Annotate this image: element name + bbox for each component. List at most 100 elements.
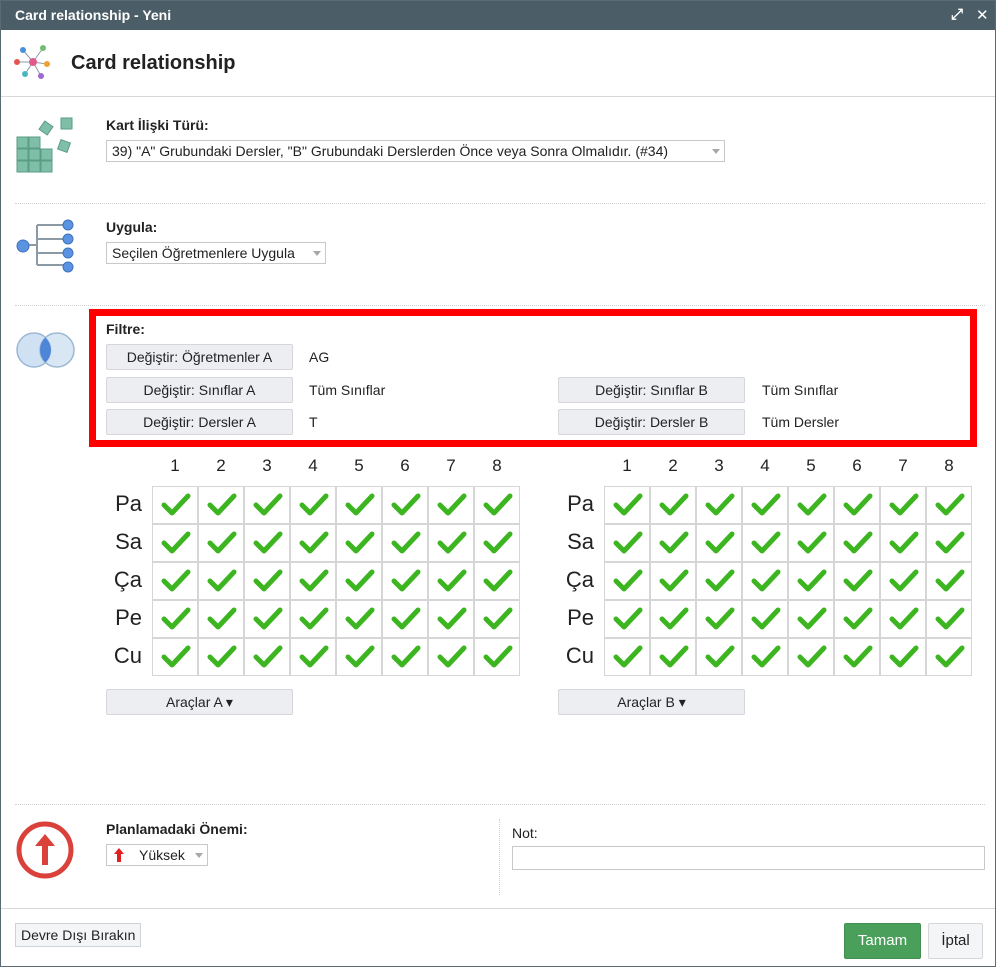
relation-type-select[interactable]: 39) "A" Grubundaki Dersler, "B" Grubunda… [106, 140, 725, 162]
timetable-cell[interactable] [834, 638, 880, 676]
timetable-cell[interactable] [788, 562, 834, 600]
timetable-cell[interactable] [788, 638, 834, 676]
timetable-cell[interactable] [742, 524, 788, 562]
timetable-cell[interactable] [290, 638, 336, 676]
timetable-cell[interactable] [834, 600, 880, 638]
tools-a-button[interactable]: Araçlar A ▾ [106, 689, 293, 715]
change-teachers-a-button[interactable]: Değiştir: Öğretmenler A [106, 344, 293, 370]
importance-select[interactable]: Yüksek [106, 844, 208, 866]
title-bar[interactable]: Card relationship - Yeni ⤢ ✕ [1, 1, 995, 30]
timetable-cell[interactable] [382, 486, 428, 524]
timetable-cell[interactable] [474, 524, 520, 562]
timetable-cell[interactable] [198, 562, 244, 600]
timetable-cell[interactable] [336, 524, 382, 562]
timetable-cell[interactable] [650, 600, 696, 638]
timetable-cell[interactable] [604, 562, 650, 600]
timetable-cell[interactable] [650, 562, 696, 600]
timetable-cell[interactable] [742, 600, 788, 638]
timetable-cell[interactable] [604, 524, 650, 562]
cancel-button[interactable]: İptal [928, 923, 983, 959]
timetable-cell[interactable] [742, 486, 788, 524]
timetable-cell[interactable] [198, 600, 244, 638]
timetable-cell[interactable] [336, 562, 382, 600]
timetable-cell[interactable] [244, 524, 290, 562]
timetable-cell[interactable] [926, 600, 972, 638]
timetable-cell[interactable] [926, 638, 972, 676]
timetable-cell[interactable] [880, 638, 926, 676]
timetable-cell[interactable] [880, 486, 926, 524]
maximize-icon[interactable]: ⤢ [951, 6, 963, 23]
timetable-cell[interactable] [604, 600, 650, 638]
timetable-cell[interactable] [834, 486, 880, 524]
timetable-cell[interactable] [152, 562, 198, 600]
timetable-cell[interactable] [244, 600, 290, 638]
timetable-cell[interactable] [696, 486, 742, 524]
change-classes-a-button[interactable]: Değiştir: Sınıflar A [106, 377, 293, 403]
timetable-cell[interactable] [650, 638, 696, 676]
change-classes-b-button[interactable]: Değiştir: Sınıflar B [558, 377, 745, 403]
timetable-cell[interactable] [382, 524, 428, 562]
timetable-cell[interactable] [696, 524, 742, 562]
timetable-cell[interactable] [604, 486, 650, 524]
timetable-cell[interactable] [880, 562, 926, 600]
timetable-cell[interactable] [880, 524, 926, 562]
timetable-cell[interactable] [926, 486, 972, 524]
timetable-cell[interactable] [152, 600, 198, 638]
timetable-cell[interactable] [474, 600, 520, 638]
timetable-cell[interactable] [152, 524, 198, 562]
apply-select[interactable]: Seçilen Öğretmenlere Uygula [106, 242, 326, 264]
apply-value: Seçilen Öğretmenlere Uygula [112, 245, 295, 261]
timetable-cell[interactable] [926, 524, 972, 562]
timetable-cell[interactable] [290, 524, 336, 562]
timetable-cell[interactable] [788, 486, 834, 524]
timetable-cell[interactable] [788, 600, 834, 638]
timetable-cell[interactable] [474, 638, 520, 676]
timetable-cell[interactable] [742, 562, 788, 600]
timetable-cell[interactable] [474, 562, 520, 600]
timetable-cell[interactable] [382, 638, 428, 676]
timetable-cell[interactable] [152, 486, 198, 524]
timetable-cell[interactable] [336, 600, 382, 638]
timetable-cell[interactable] [336, 486, 382, 524]
timetable-cell[interactable] [382, 562, 428, 600]
timetable-cell[interactable] [650, 486, 696, 524]
timetable-cell[interactable] [244, 486, 290, 524]
timetable-cell[interactable] [290, 600, 336, 638]
timetable-cell[interactable] [696, 600, 742, 638]
timetable-cell[interactable] [428, 562, 474, 600]
disable-button[interactable]: Devre Dışı Bırakın [15, 923, 142, 947]
timetable-cell[interactable] [788, 524, 834, 562]
close-icon[interactable]: ✕ [976, 6, 989, 24]
timetable-cell[interactable] [696, 638, 742, 676]
change-subjects-a-button[interactable]: Değiştir: Dersler A [106, 409, 293, 435]
timetable-cell[interactable] [382, 600, 428, 638]
timetable-cell[interactable] [152, 638, 198, 676]
timetable-cell[interactable] [696, 562, 742, 600]
timetable-cell[interactable] [198, 524, 244, 562]
timetable-cell[interactable] [880, 600, 926, 638]
note-input[interactable] [512, 846, 985, 870]
timetable-cell[interactable] [834, 562, 880, 600]
timetable-cell[interactable] [742, 638, 788, 676]
timetable-cell[interactable] [834, 524, 880, 562]
timetable-cell[interactable] [244, 562, 290, 600]
timetable-cell[interactable] [336, 638, 382, 676]
timetable-cell[interactable] [290, 562, 336, 600]
timetable-cell[interactable] [604, 638, 650, 676]
change-subjects-b-button[interactable]: Değiştir: Dersler B [558, 409, 745, 435]
timetable-cell[interactable] [428, 524, 474, 562]
timetable-cell[interactable] [290, 486, 336, 524]
timetable-cell[interactable] [926, 562, 972, 600]
timetable-cell[interactable] [428, 486, 474, 524]
timetable-cell[interactable] [474, 486, 520, 524]
timetable-cell[interactable] [198, 638, 244, 676]
timetable-cell[interactable] [244, 638, 290, 676]
timetable-cell[interactable] [198, 486, 244, 524]
checkmark-icon [797, 531, 827, 554]
tools-b-button[interactable]: Araçlar B ▾ [558, 689, 745, 715]
ok-button[interactable]: Tamam [844, 923, 921, 959]
timetable-cell[interactable] [650, 524, 696, 562]
timetable-cell[interactable] [428, 638, 474, 676]
red-up-arrow-icon [114, 848, 124, 862]
timetable-cell[interactable] [428, 600, 474, 638]
